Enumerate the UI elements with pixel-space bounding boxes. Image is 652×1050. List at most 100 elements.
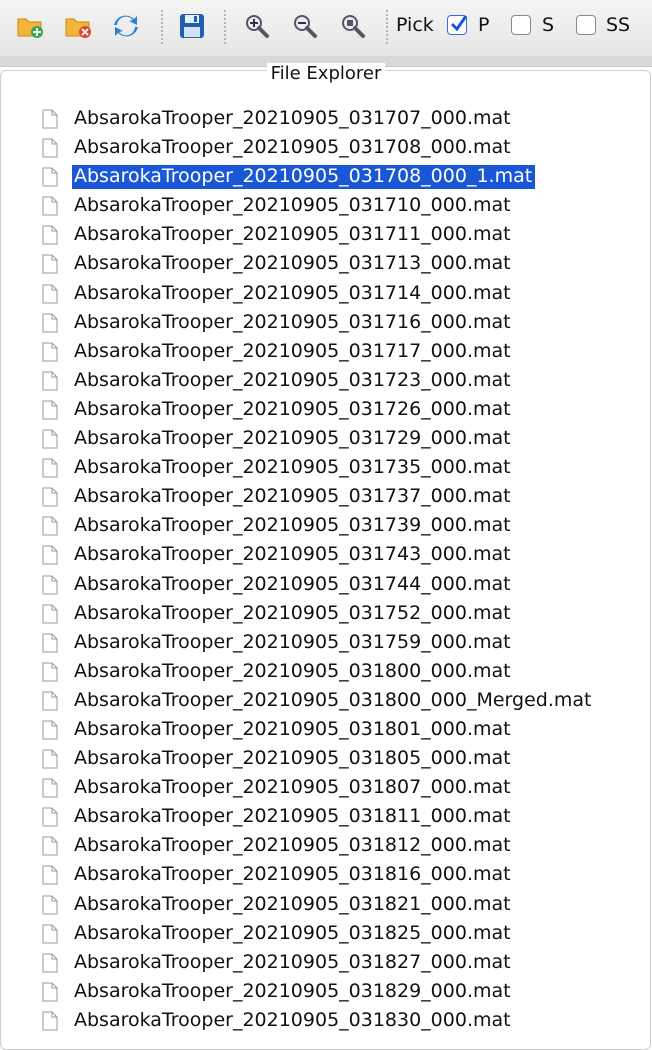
file-item[interactable]: AbsarokaTrooper_20210905_031811_000.mat	[0, 802, 652, 831]
file-name: AbsarokaTrooper_20210905_031830_000.mat	[74, 1008, 511, 1031]
file-item[interactable]: AbsarokaTrooper_20210905_031829_000.mat	[0, 977, 652, 1006]
file-item[interactable]: AbsarokaTrooper_20210905_031713_000.mat	[0, 249, 652, 278]
file-icon	[42, 895, 58, 915]
file-item[interactable]: AbsarokaTrooper_20210905_031744_000.mat	[0, 570, 652, 599]
file-name: AbsarokaTrooper_20210905_031807_000.mat	[74, 776, 511, 799]
file-icon	[42, 662, 58, 682]
file-item[interactable]: AbsarokaTrooper_20210905_031800_000.mat	[0, 657, 652, 686]
file-name: AbsarokaTrooper_20210905_031743_000.mat	[74, 543, 511, 566]
file-item[interactable]: AbsarokaTrooper_20210905_031830_000.mat	[0, 1006, 652, 1035]
file-item[interactable]: AbsarokaTrooper_20210905_031714_000.mat	[0, 279, 652, 308]
file-item[interactable]: AbsarokaTrooper_20210905_031726_000.mat	[0, 395, 652, 424]
file-icon	[42, 545, 58, 565]
file-explorer-title: File Explorer	[266, 63, 386, 84]
file-item[interactable]: AbsarokaTrooper_20210905_031711_000.mat	[0, 220, 652, 249]
file-name: AbsarokaTrooper_20210905_031708_000_1.ma…	[72, 165, 536, 190]
file-icon	[42, 691, 58, 711]
file-item[interactable]: AbsarokaTrooper_20210905_031800_000_Merg…	[0, 686, 652, 715]
zoom-in-icon[interactable]	[239, 8, 275, 44]
file-item[interactable]: AbsarokaTrooper_20210905_031812_000.mat	[0, 831, 652, 860]
file-icon	[42, 429, 58, 449]
file-item[interactable]: AbsarokaTrooper_20210905_031716_000.mat	[0, 308, 652, 337]
file-item[interactable]: AbsarokaTrooper_20210905_031710_000.mat	[0, 191, 652, 220]
file-item[interactable]: AbsarokaTrooper_20210905_031805_000.mat	[0, 744, 652, 773]
file-icon	[42, 225, 58, 245]
file-icon	[42, 284, 58, 304]
file-icon	[42, 953, 58, 973]
file-list: AbsarokaTrooper_20210905_031707_000.mat A…	[0, 104, 652, 1035]
file-icon	[42, 720, 58, 740]
file-icon	[42, 865, 58, 885]
file-name: AbsarokaTrooper_20210905_031759_000.mat	[74, 630, 511, 653]
file-name: AbsarokaTrooper_20210905_031800_000_Merg…	[74, 688, 592, 711]
folder-remove-icon[interactable]	[60, 8, 96, 44]
file-name: AbsarokaTrooper_20210905_031752_000.mat	[74, 601, 511, 624]
file-icon	[42, 575, 58, 595]
file-item[interactable]: AbsarokaTrooper_20210905_031752_000.mat	[0, 599, 652, 628]
file-name: AbsarokaTrooper_20210905_031800_000.mat	[74, 659, 511, 682]
file-icon	[42, 254, 58, 274]
file-item[interactable]: AbsarokaTrooper_20210905_031729_000.mat	[0, 424, 652, 453]
file-icon	[42, 778, 58, 798]
file-name: AbsarokaTrooper_20210905_031805_000.mat	[74, 747, 511, 770]
file-item[interactable]: AbsarokaTrooper_20210905_031743_000.mat	[0, 540, 652, 569]
file-name: AbsarokaTrooper_20210905_031827_000.mat	[74, 950, 511, 973]
file-item[interactable]: AbsarokaTrooper_20210905_031708_000_1.ma…	[0, 162, 652, 191]
file-name: AbsarokaTrooper_20210905_031735_000.mat	[74, 456, 511, 479]
file-name: AbsarokaTrooper_20210905_031726_000.mat	[74, 397, 511, 420]
file-icon	[42, 487, 58, 507]
file-item[interactable]: AbsarokaTrooper_20210905_031723_000.mat	[0, 366, 652, 395]
toolbar: Pick P S SS	[0, 0, 652, 57]
zoom-out-icon[interactable]	[287, 8, 323, 44]
file-icon	[42, 400, 58, 420]
file-item[interactable]: AbsarokaTrooper_20210905_031825_000.mat	[0, 919, 652, 948]
file-name: AbsarokaTrooper_20210905_031711_000.mat	[74, 223, 511, 246]
file-item[interactable]: AbsarokaTrooper_20210905_031717_000.mat	[0, 337, 652, 366]
file-item[interactable]: AbsarokaTrooper_20210905_031735_000.mat	[0, 453, 652, 482]
file-name: AbsarokaTrooper_20210905_031829_000.mat	[74, 979, 511, 1002]
toolbar-separator	[224, 10, 226, 44]
checkbox-p[interactable]	[447, 15, 468, 35]
zoom-reset-icon[interactable]	[335, 8, 371, 44]
save-icon[interactable]	[174, 8, 210, 44]
file-icon	[42, 167, 58, 187]
folder-add-icon[interactable]	[12, 8, 48, 44]
pick-label: Pick	[396, 14, 434, 36]
file-name: AbsarokaTrooper_20210905_031710_000.mat	[74, 194, 511, 217]
file-item[interactable]: AbsarokaTrooper_20210905_031807_000.mat	[0, 773, 652, 802]
file-icon	[42, 807, 58, 827]
file-name: AbsarokaTrooper_20210905_031708_000.mat	[74, 136, 511, 159]
file-name: AbsarokaTrooper_20210905_031713_000.mat	[74, 252, 511, 275]
file-item[interactable]: AbsarokaTrooper_20210905_031759_000.mat	[0, 628, 652, 657]
file-icon	[42, 371, 58, 391]
file-icon	[42, 836, 58, 856]
checkbox-p-label: P	[478, 14, 490, 36]
file-name: AbsarokaTrooper_20210905_031714_000.mat	[74, 281, 511, 304]
file-icon	[42, 196, 58, 216]
file-name: AbsarokaTrooper_20210905_031821_000.mat	[74, 892, 511, 915]
file-item[interactable]: AbsarokaTrooper_20210905_031801_000.mat	[0, 715, 652, 744]
file-name: AbsarokaTrooper_20210905_031825_000.mat	[74, 921, 511, 944]
file-name: AbsarokaTrooper_20210905_031739_000.mat	[74, 514, 511, 537]
file-icon	[42, 109, 58, 129]
file-item[interactable]: AbsarokaTrooper_20210905_031708_000.mat	[0, 133, 652, 162]
file-icon	[42, 342, 58, 362]
file-icon	[42, 982, 58, 1002]
refresh-icon[interactable]	[108, 8, 144, 44]
toolbar-separator	[386, 10, 388, 44]
file-name: AbsarokaTrooper_20210905_031729_000.mat	[74, 427, 511, 450]
file-item[interactable]: AbsarokaTrooper_20210905_031821_000.mat	[0, 890, 652, 919]
file-explorer-title-wrap: File Explorer	[0, 63, 652, 84]
file-item[interactable]: AbsarokaTrooper_20210905_031737_000.mat	[0, 482, 652, 511]
file-name: AbsarokaTrooper_20210905_031816_000.mat	[74, 863, 511, 886]
file-icon	[42, 749, 58, 769]
file-item[interactable]: AbsarokaTrooper_20210905_031707_000.mat	[0, 104, 652, 133]
file-item[interactable]: AbsarokaTrooper_20210905_031739_000.mat	[0, 511, 652, 540]
file-icon	[42, 313, 58, 333]
file-item[interactable]: AbsarokaTrooper_20210905_031827_000.mat	[0, 948, 652, 977]
checkbox-s[interactable]	[511, 15, 531, 35]
file-name: AbsarokaTrooper_20210905_031801_000.mat	[74, 717, 511, 740]
checkbox-ss[interactable]	[576, 15, 596, 35]
file-item[interactable]: AbsarokaTrooper_20210905_031816_000.mat	[0, 860, 652, 889]
file-icon	[42, 1011, 58, 1031]
